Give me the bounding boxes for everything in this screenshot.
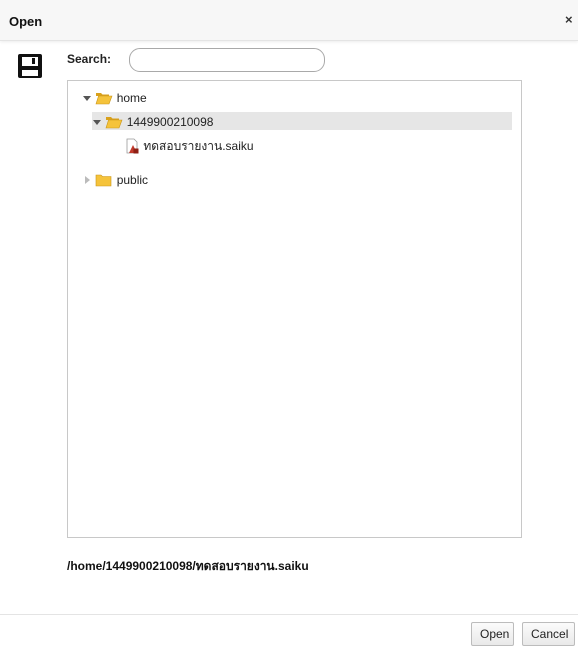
folder-icon (96, 174, 112, 187)
selected-path: /home/1449900210098/ทดสอบรายงาน.saiku (67, 559, 309, 573)
folder-open-icon (95, 92, 113, 105)
tree-node-file[interactable]: ทดสอบรายงาน.saiku (124, 136, 254, 154)
dialog-title: Open (9, 14, 43, 29)
open-button[interactable]: Open (471, 622, 514, 646)
cancel-button[interactable]: Cancel (522, 622, 575, 646)
tree-node-label: public (116, 172, 149, 187)
footer-divider (0, 614, 578, 615)
tree-node-label: home (116, 90, 147, 105)
chevron-right-icon[interactable] (82, 175, 92, 185)
chevron-down-icon[interactable] (92, 117, 102, 127)
tree-node-user-folder[interactable]: 1449900210098 (92, 112, 512, 130)
close-icon[interactable]: × (565, 12, 573, 27)
search-input[interactable] (129, 48, 325, 72)
file-tree: home 1449900210098 ทดสอบรายงาน.saiku pub… (67, 80, 522, 538)
tree-node-label: 1449900210098 (126, 114, 214, 129)
saiku-file-icon (126, 138, 139, 154)
dialog-titlebar: Open × (0, 0, 578, 41)
folder-open-icon (105, 116, 123, 129)
search-label: Search: (67, 52, 112, 66)
tree-node-home[interactable]: home (82, 88, 147, 106)
tree-node-public[interactable]: public (82, 170, 148, 188)
floppy-disk-icon (18, 54, 42, 78)
chevron-down-icon[interactable] (82, 93, 92, 103)
tree-node-label: ทดสอบรายงาน.saiku (143, 138, 254, 153)
